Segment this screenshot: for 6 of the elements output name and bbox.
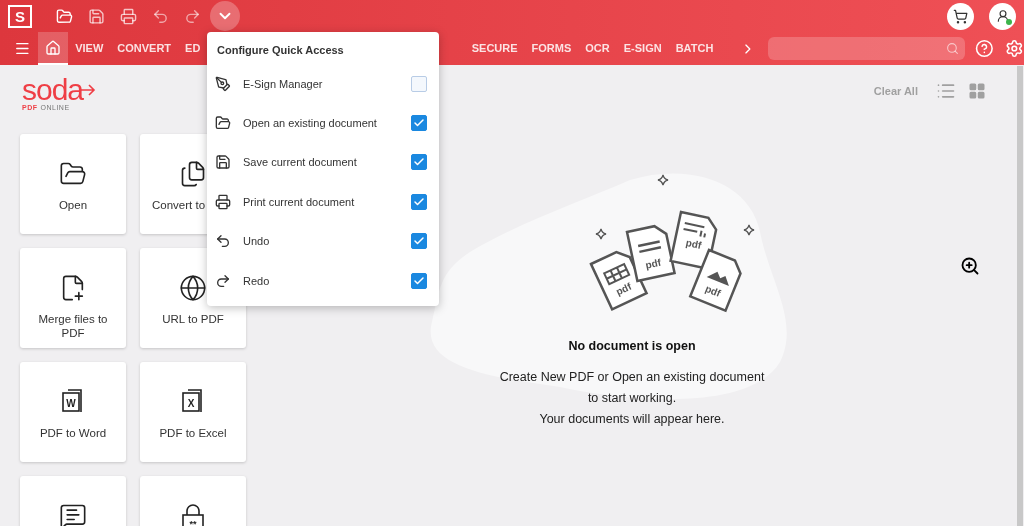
brand-name: soda: [22, 79, 84, 101]
menu-title: Configure Quick Access: [216, 44, 345, 58]
empty-state-title: No document is open: [568, 339, 696, 353]
empty-state-message: Create New PDF or Open an existing document to start working. Your documents will appear here.: [499, 369, 765, 428]
pdf-file-drawing: pdf: [688, 248, 742, 313]
pdf-file-drawing: pdf: [625, 224, 677, 283]
